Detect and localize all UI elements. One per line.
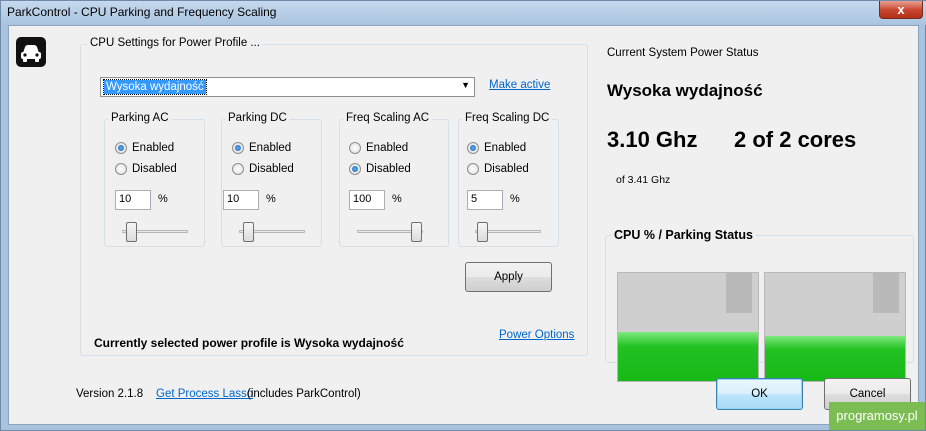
percent-input[interactable]: 10: [223, 190, 259, 210]
make-active-link[interactable]: Make active: [489, 79, 550, 91]
status-cores: 2 of 2 cores: [734, 127, 857, 152]
slider-thumb[interactable]: [126, 222, 137, 242]
version-text: Version 2.1.8: [76, 388, 144, 400]
slider-thumb[interactable]: [243, 222, 254, 242]
power-options-link[interactable]: Power Options: [499, 329, 574, 341]
radio-disabled[interactable]: Disabled: [232, 163, 294, 175]
status-max-frequency: of 3.41 Ghz: [616, 174, 671, 186]
panel-parking-ac: Parking AC: [104, 112, 205, 247]
power-profile-select[interactable]: Wysoka wydajność ▼: [100, 77, 475, 97]
radio-disabled[interactable]: Disabled: [467, 163, 529, 175]
radio-label: Disabled: [366, 163, 411, 175]
core-meter: [617, 272, 759, 382]
chevron-down-icon[interactable]: ▼: [461, 80, 470, 90]
radio-dot: [115, 163, 127, 175]
ok-button[interactable]: OK: [716, 378, 803, 410]
percent-input[interactable]: 10: [115, 190, 151, 210]
core-meter: [764, 272, 906, 382]
slider-thumb[interactable]: [477, 222, 488, 242]
close-button[interactable]: x: [879, 1, 923, 19]
client-area: CPU Settings for Power Profile ... Wysok…: [8, 25, 919, 425]
status-heading: Current System Power Status: [607, 47, 759, 59]
radio-label: Disabled: [249, 163, 294, 175]
radio-dot: [232, 142, 244, 154]
radio-label: Disabled: [484, 163, 529, 175]
panel-freq-scaling-dc: Freq Scaling DC: [458, 112, 559, 247]
process-lasso-link[interactable]: Get Process Lasso: [156, 388, 253, 400]
percent-unit: %: [510, 193, 520, 205]
panel-title: Freq Scaling DC: [462, 112, 553, 124]
percent-input[interactable]: 5: [467, 190, 503, 210]
radio-label: Enabled: [484, 142, 527, 154]
cpu-parking-label: CPU % / Parking Status: [611, 228, 756, 242]
panel-title: Parking AC: [108, 112, 172, 124]
watermark: programosy.pl: [829, 402, 925, 430]
radio-disabled[interactable]: Disabled: [115, 163, 177, 175]
radio-dot: [467, 142, 479, 154]
status-frequency: 3.10 Ghz: [607, 127, 698, 152]
process-lasso-suffix: (includes ParkControl): [247, 388, 361, 400]
status-profile: Wysoka wydajność: [607, 81, 763, 100]
app-window: ParkControl - CPU Parking and Frequency …: [0, 0, 926, 431]
slider-thumb[interactable]: [411, 222, 422, 242]
radio-dot: [467, 163, 479, 175]
title-bar[interactable]: ParkControl - CPU Parking and Frequency …: [1, 1, 926, 25]
radio-dot: [349, 163, 361, 175]
radio-label: Enabled: [366, 142, 409, 154]
radio-enabled[interactable]: Enabled: [349, 142, 408, 154]
percent-unit: %: [266, 193, 276, 205]
apply-button[interactable]: Apply: [465, 262, 552, 292]
meter-head: [873, 273, 899, 313]
cpu-settings-group-label: CPU Settings for Power Profile ...: [87, 37, 264, 49]
radio-enabled[interactable]: Enabled: [115, 142, 174, 154]
window-title: ParkControl - CPU Parking and Frequency …: [7, 5, 277, 19]
profile-selected-value: Wysoka wydajność: [103, 79, 207, 95]
radio-label: Enabled: [132, 142, 175, 154]
radio-dot: [115, 142, 127, 154]
percent-unit: %: [392, 193, 402, 205]
percent-unit: %: [158, 193, 168, 205]
radio-dot: [232, 163, 244, 175]
current-profile-text: Currently selected power profile is Wyso…: [94, 336, 404, 350]
car-icon: [16, 37, 46, 67]
panel-title: Parking DC: [225, 112, 290, 124]
percent-input[interactable]: 100: [349, 190, 385, 210]
meter-head: [726, 273, 752, 313]
radio-label: Disabled: [132, 163, 177, 175]
radio-disabled[interactable]: Disabled: [349, 163, 411, 175]
panel-parking-dc: Parking DC: [221, 112, 322, 247]
meter-fill: [765, 335, 905, 381]
radio-enabled[interactable]: Enabled: [232, 142, 291, 154]
panel-freq-scaling-ac: Freq Scaling AC: [339, 112, 449, 247]
radio-label: Enabled: [249, 142, 292, 154]
radio-enabled[interactable]: Enabled: [467, 142, 526, 154]
meter-fill: [618, 332, 758, 381]
radio-dot: [349, 142, 361, 154]
panel-title: Freq Scaling AC: [343, 112, 433, 124]
